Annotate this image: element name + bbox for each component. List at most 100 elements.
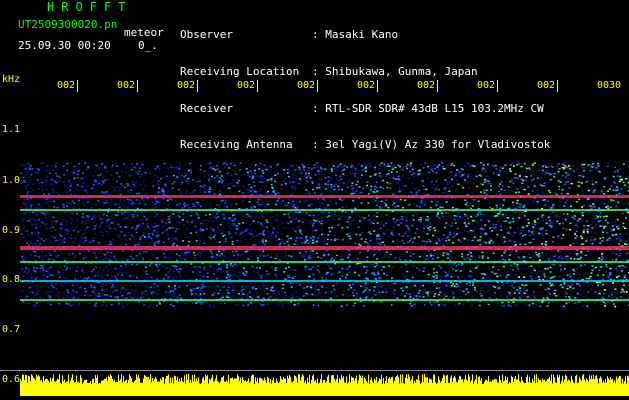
noise-pixel <box>417 292 420 294</box>
noise-pixel <box>175 282 177 284</box>
noise-pixel <box>136 170 139 173</box>
noise-pixel <box>593 206 596 208</box>
noise-pixel <box>468 275 471 278</box>
noise-pixel <box>263 206 266 208</box>
noise-pixel <box>473 238 476 240</box>
noise-pixel <box>291 269 294 271</box>
noise-pixel <box>547 302 550 304</box>
noise-pixel <box>438 189 440 191</box>
noise-pixel <box>542 220 545 222</box>
noise-pixel <box>374 188 376 190</box>
noise-pixel <box>99 267 102 269</box>
noise-pixel <box>376 235 378 237</box>
noise-pixel <box>150 285 153 287</box>
noise-pixel <box>308 204 311 207</box>
noise-pixel <box>149 264 151 267</box>
noise-pixel <box>426 223 429 226</box>
noise-pixel <box>139 241 141 244</box>
noise-pixel <box>218 190 221 192</box>
noise-pixel <box>554 289 557 292</box>
noise-pixel <box>558 215 561 217</box>
noise-pixel <box>423 275 426 277</box>
noise-pixel <box>203 267 206 269</box>
noise-pixel <box>619 240 622 242</box>
noise-pixel <box>458 302 461 305</box>
noise-pixel <box>152 226 155 228</box>
noise-pixel <box>462 290 465 293</box>
noise-pixel <box>270 183 273 186</box>
noise-pixel <box>101 231 104 233</box>
noise-pixel <box>196 201 199 204</box>
noise-pixel <box>143 264 146 266</box>
noise-pixel <box>497 185 500 187</box>
noise-pixel <box>197 290 200 292</box>
noise-pixel <box>276 172 279 175</box>
noise-pixel <box>420 200 423 202</box>
noise-pixel <box>327 204 330 206</box>
noise-pixel <box>569 275 572 278</box>
noise-pixel <box>369 190 372 192</box>
noise-pixel <box>204 214 207 217</box>
noise-pixel <box>495 168 498 170</box>
noise-pixel <box>487 257 490 259</box>
noise-pixel <box>62 297 65 299</box>
noise-pixel <box>412 214 414 217</box>
noise-pixel <box>130 255 132 258</box>
noise-pixel <box>257 285 260 287</box>
noise-pixel <box>496 302 499 305</box>
noise-pixel <box>581 237 584 240</box>
noise-pixel <box>402 185 405 188</box>
noise-pixel <box>496 233 499 236</box>
noise-pixel <box>550 225 553 227</box>
noise-pixel <box>65 302 68 305</box>
noise-pixel <box>151 266 154 268</box>
noise-pixel <box>317 170 320 172</box>
noise-pixel <box>178 286 181 288</box>
noise-pixel <box>517 267 520 270</box>
noise-pixel <box>475 215 478 218</box>
noise-pixel <box>418 173 421 176</box>
noise-pixel <box>189 232 192 234</box>
noise-pixel <box>241 192 244 194</box>
noise-pixel <box>373 265 376 268</box>
noise-pixel <box>223 205 226 207</box>
noise-pixel <box>333 289 336 291</box>
noise-pixel <box>503 252 506 254</box>
noise-pixel <box>108 295 111 297</box>
noise-pixel <box>25 267 27 269</box>
noise-pixel <box>565 255 567 258</box>
noise-pixel <box>97 252 100 254</box>
noise-pixel <box>321 171 324 173</box>
noise-pixel <box>161 221 164 223</box>
noise-pixel <box>367 214 370 217</box>
noise-pixel <box>500 181 503 183</box>
noise-pixel <box>229 264 232 266</box>
noise-pixel <box>323 237 326 240</box>
noise-pixel <box>339 198 342 200</box>
noise-pixel <box>518 215 521 217</box>
noise-pixel <box>527 222 530 224</box>
noise-pixel <box>218 255 221 257</box>
noise-pixel <box>602 301 605 303</box>
noise-pixel <box>565 228 568 231</box>
noise-pixel <box>346 304 348 306</box>
noise-pixel <box>411 168 414 171</box>
noise-pixel <box>415 213 418 215</box>
noise-pixel <box>502 242 505 245</box>
noise-pixel <box>71 304 74 306</box>
noise-pixel <box>192 257 195 260</box>
noise-pixel <box>195 265 198 268</box>
noise-pixel <box>248 198 251 201</box>
noise-pixel <box>312 188 315 191</box>
noise-pixel <box>222 242 225 245</box>
noise-pixel <box>375 238 378 240</box>
noise-pixel <box>196 269 199 271</box>
noise-pixel <box>290 300 293 303</box>
noise-pixel <box>557 180 560 182</box>
noise-pixel <box>65 201 68 203</box>
noise-pixel <box>427 238 430 241</box>
noise-pixel <box>626 252 629 255</box>
noise-pixel <box>192 302 194 304</box>
noise-pixel <box>339 259 342 261</box>
noise-pixel <box>379 165 382 168</box>
